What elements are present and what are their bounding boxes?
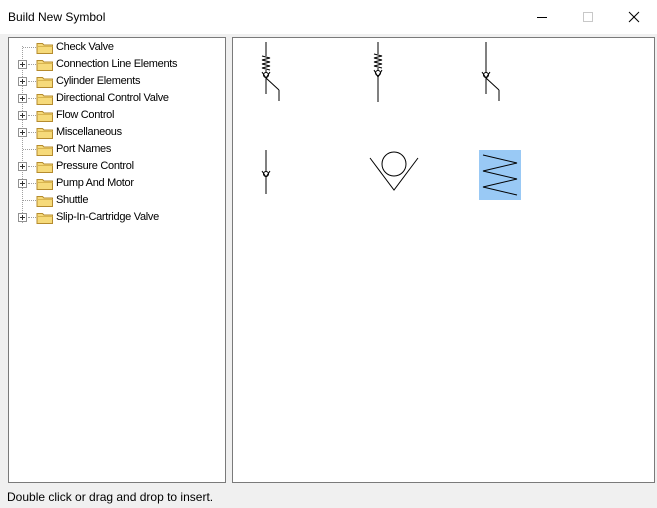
tree-item-miscellaneous[interactable]: Miscellaneous [9,124,225,141]
check-valve-spring-straight-symbol[interactable] [365,42,395,106]
tree-connector [28,166,36,167]
tree-item-pressure-control[interactable]: Pressure Control [9,158,225,175]
check-valve-ball-seat-symbol[interactable] [366,150,422,196]
expand-icon[interactable] [18,111,27,120]
folder-icon [36,196,53,207]
tree-item-label: Connection Line Elements [56,58,178,70]
expand-icon[interactable] [18,162,27,171]
tree-connector [28,132,36,133]
folder-icon [36,111,53,122]
expand-icon[interactable] [18,94,27,103]
tree-item-port-names[interactable]: Port Names [9,141,225,158]
minimize-icon [537,17,547,18]
folder-icon [36,60,53,71]
folder-icon [36,43,53,54]
tree-item-label: Flow Control [56,109,115,121]
tree-connector [23,200,36,201]
client-area: Check Valve Connection Line Elements Cyl… [0,34,657,486]
title-bar: Build New Symbol [0,0,657,34]
tree-item-label: Cylinder Elements [56,75,141,87]
minimize-button[interactable] [519,0,565,34]
maximize-icon [583,12,593,22]
expand-icon[interactable] [18,60,27,69]
tree-item-label: Pressure Control [56,160,134,172]
folder-icon [36,77,53,88]
tree-item-label: Shuttle [56,194,89,206]
tree-connector [28,183,36,184]
tree-connector [28,81,36,82]
tree-item-connection-line-elements[interactable]: Connection Line Elements [9,56,225,73]
window-title: Build New Symbol [8,10,106,24]
tree-item-directional-control-valve[interactable]: Directional Control Valve [9,90,225,107]
folder-icon [36,162,53,173]
tree-item-pump-and-motor[interactable]: Pump And Motor [9,175,225,192]
folder-icon [36,145,53,156]
tree-item-slip-in-cartridge-valve[interactable]: Slip-In-Cartridge Valve [9,209,225,226]
tree-item-label: Miscellaneous [56,126,122,138]
check-valve-angled-symbol[interactable] [473,42,513,106]
symbol-gallery[interactable] [232,37,655,483]
folder-icon [36,179,53,190]
close-icon [628,11,640,23]
tree-item-cylinder-elements[interactable]: Cylinder Elements [9,73,225,90]
status-text: Double click or drag and drop to insert. [7,490,214,504]
tree-connector [28,115,36,116]
folder-icon [36,128,53,139]
maximize-button[interactable] [565,0,611,34]
check-valve-spring-angled-symbol[interactable] [253,42,293,106]
tree-item-label: Directional Control Valve [56,92,169,104]
expand-icon[interactable] [18,77,27,86]
tree-item-check-valve[interactable]: Check Valve [9,39,225,56]
folder-icon [36,94,53,105]
tree-item-label: Check Valve [56,41,114,53]
spring-symbol[interactable] [479,150,521,200]
check-valve-simple-symbol[interactable] [253,150,283,196]
tree-item-shuttle[interactable]: Shuttle [9,192,225,209]
symbol-category-tree[interactable]: Check Valve Connection Line Elements Cyl… [8,37,226,483]
expand-icon[interactable] [18,179,27,188]
tree-item-label: Port Names [56,143,112,155]
expand-icon[interactable] [18,213,27,222]
tree-item-label: Slip-In-Cartridge Valve [56,211,159,223]
tree-connector [28,64,36,65]
tree-connector [23,47,36,48]
tree-connector [28,217,36,218]
tree-connector [28,98,36,99]
tree-item-label: Pump And Motor [56,177,134,189]
close-button[interactable] [611,0,657,34]
folder-icon [36,213,53,224]
expand-icon[interactable] [18,128,27,137]
status-bar: Double click or drag and drop to insert. [0,486,657,508]
tree-item-flow-control[interactable]: Flow Control [9,107,225,124]
tree-connector [23,149,36,150]
